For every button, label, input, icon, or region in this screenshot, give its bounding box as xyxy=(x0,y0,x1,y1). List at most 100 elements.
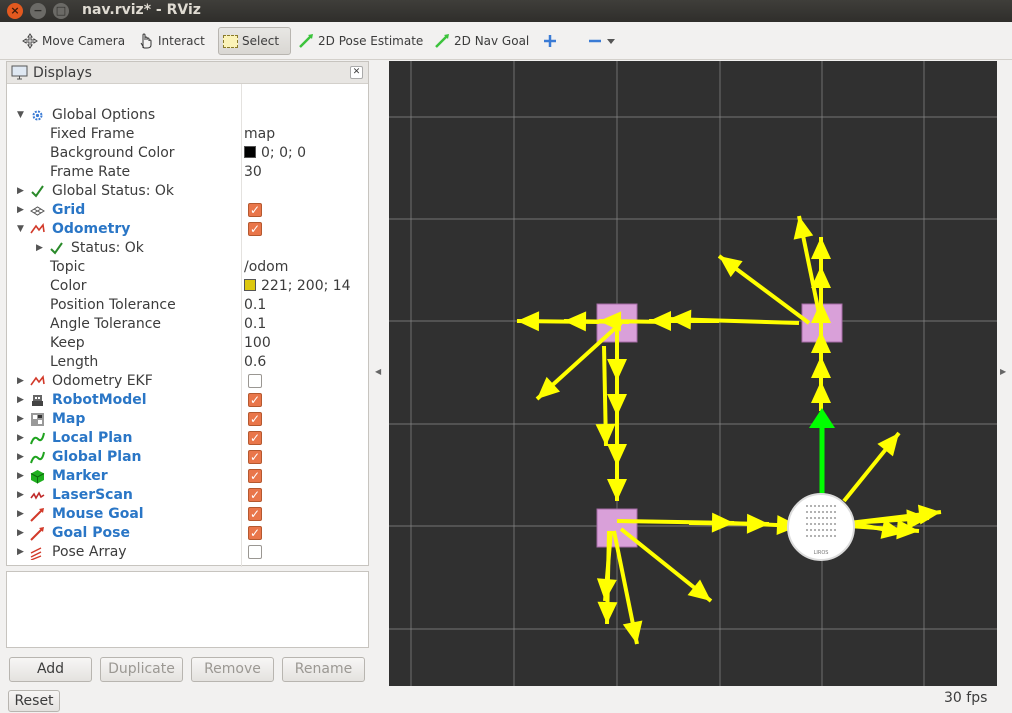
scene-canvas[interactable]: LIROS xyxy=(389,61,997,686)
enable-checkbox[interactable] xyxy=(248,391,262,410)
enable-checkbox[interactable] xyxy=(248,410,262,429)
tree-row-fixed-frame[interactable]: Fixed Frame map xyxy=(7,125,368,144)
tree-row-odometry-ekf[interactable]: ▶ Odometry EKF xyxy=(7,372,368,391)
expand-arrow-icon[interactable]: ▶ xyxy=(17,429,24,448)
tree-row-pose-array[interactable]: ▶ Pose Array xyxy=(7,543,368,562)
tree-row-status-ok[interactable]: ▶ Status: Ok xyxy=(7,239,368,258)
tree-row-label: Global Plan xyxy=(52,449,142,465)
expand-arrow-icon[interactable]: ▶ xyxy=(17,410,24,429)
remove-button[interactable]: Remove xyxy=(191,657,274,682)
tree-row-angle-tolerance[interactable]: Angle Tolerance 0.1 xyxy=(7,315,368,334)
duplicate-button[interactable]: Duplicate xyxy=(100,657,183,682)
render-viewport[interactable]: LIROS xyxy=(389,61,997,686)
tree-row-background-color[interactable]: Background Color 0; 0; 0 xyxy=(7,144,368,163)
tree-row-marker[interactable]: ▶ Marker xyxy=(7,467,368,486)
robot-sensor-dot xyxy=(818,511,820,513)
robot-sensor-dot xyxy=(810,511,812,513)
remove-tool-button[interactable] xyxy=(583,27,619,55)
add-tool-button[interactable] xyxy=(538,27,562,55)
tree-row-grid[interactable]: ▶ Grid xyxy=(7,201,368,220)
select-tool[interactable]: Select xyxy=(218,27,291,55)
panel-splitter[interactable]: ◀ xyxy=(372,61,386,686)
move-camera-tool[interactable]: Move Camera xyxy=(18,27,129,55)
tree-row-length[interactable]: Length 0.6 xyxy=(7,353,368,372)
expand-arrow-icon[interactable]: ▶ xyxy=(17,543,24,562)
reset-button[interactable]: Reset xyxy=(8,690,60,712)
tree-row-odometry[interactable]: ▼ Odometry xyxy=(7,220,368,239)
expand-arrow-icon[interactable]: ▶ xyxy=(17,505,24,524)
enable-checkbox[interactable] xyxy=(248,545,262,559)
window-close-button[interactable]: × xyxy=(7,3,23,19)
tree-row-value[interactable]: /odom xyxy=(244,258,288,277)
path-icon xyxy=(30,451,45,464)
chevron-down-icon xyxy=(607,39,615,44)
tree-row-robotmodel[interactable]: ▶ RobotModel xyxy=(7,391,368,410)
expand-arrow-icon[interactable]: ▶ xyxy=(17,486,24,505)
tree-row-topic[interactable]: Topic/odom xyxy=(7,258,368,277)
tree-row-keep[interactable]: Keep 100 xyxy=(7,334,368,353)
expand-arrow-icon[interactable]: ▶ xyxy=(17,201,24,220)
tree-row-position-tolerance[interactable]: Position Tolerance 0.1 xyxy=(7,296,368,315)
tree-row-global-options[interactable]: ▼ Global Options xyxy=(7,106,368,125)
pose-estimate-label: 2D Pose Estimate xyxy=(318,34,424,48)
tree-row-frame-rate[interactable]: Frame Rate 30 xyxy=(7,163,368,182)
tree-row-color[interactable]: Color 221; 200; 14 xyxy=(7,277,368,296)
enable-checkbox[interactable] xyxy=(248,486,262,505)
robot-sensor-dot xyxy=(814,535,816,537)
expand-arrow-icon[interactable]: ▶ xyxy=(17,448,24,467)
robot-sensor-dot xyxy=(834,517,836,519)
tree-row-value-text: 0; 0; 0 xyxy=(261,145,307,161)
add-button[interactable]: Add xyxy=(9,657,92,682)
panel-close-button[interactable]: ✕ xyxy=(350,66,363,79)
expand-arrow-icon[interactable]: ▶ xyxy=(17,467,24,486)
tree-row-goal-pose[interactable]: ▶ Goal Pose xyxy=(7,524,368,543)
enable-checkbox[interactable] xyxy=(248,467,262,486)
tree-row-value[interactable]: 100 xyxy=(244,334,271,353)
window-minimize-button[interactable]: − xyxy=(30,3,46,19)
expand-arrow-icon[interactable]: ▶ xyxy=(36,239,43,258)
robot-sensor-dot xyxy=(818,505,820,507)
tree-row-laserscan[interactable]: ▶ LaserScan xyxy=(7,486,368,505)
tree-row-global-plan[interactable]: ▶ Global Plan xyxy=(7,448,368,467)
minus-icon xyxy=(589,39,601,43)
right-dock-strip[interactable]: ▶ xyxy=(997,61,1012,686)
expand-arrow-icon[interactable]: ▶ xyxy=(17,524,24,543)
tree-row-value[interactable]: 0; 0; 0 xyxy=(244,144,306,163)
interact-tool[interactable]: Interact xyxy=(134,27,209,55)
pose-estimate-tool[interactable]: 2D Pose Estimate xyxy=(294,27,427,55)
fps-readout: 30 fps xyxy=(944,690,988,706)
tree-row-local-plan[interactable]: ▶ Local Plan xyxy=(7,429,368,448)
rename-button[interactable]: Rename xyxy=(282,657,365,682)
expand-arrow-icon[interactable]: ▶ xyxy=(17,372,24,391)
nav-goal-tool[interactable]: 2D Nav Goal xyxy=(430,27,533,55)
tree-row-mouse-goal[interactable]: ▶ Mouse Goal xyxy=(7,505,368,524)
robot-sensor-dot xyxy=(810,523,812,525)
tree-row-value[interactable]: 0.1 xyxy=(244,296,266,315)
collapse-arrow-icon[interactable]: ▼ xyxy=(17,220,24,239)
tree-row-label: Color xyxy=(50,278,87,294)
posearr-icon xyxy=(30,547,42,560)
window-maximize-button[interactable]: □ xyxy=(53,3,69,19)
enable-checkbox[interactable] xyxy=(248,448,262,467)
enable-checkbox[interactable] xyxy=(248,374,262,388)
nav-goal-arrow-icon xyxy=(435,34,449,48)
tree-row-map[interactable]: ▶ Map xyxy=(7,410,368,429)
tree-row-label: Frame Rate xyxy=(50,164,131,180)
enable-checkbox[interactable] xyxy=(248,524,262,543)
tree-row-label: Local Plan xyxy=(52,430,133,446)
enable-checkbox[interactable] xyxy=(248,220,262,239)
expand-arrow-icon[interactable]: ▶ xyxy=(17,182,24,201)
expand-arrow-icon[interactable]: ▶ xyxy=(17,391,24,410)
tree-row-value[interactable]: 30 xyxy=(244,163,262,182)
enable-checkbox[interactable] xyxy=(248,429,262,448)
tree-row-value[interactable]: map xyxy=(244,125,275,144)
tree-row-value[interactable]: 0.6 xyxy=(244,353,266,372)
robot-sensor-dot xyxy=(814,523,816,525)
enable-checkbox[interactable] xyxy=(248,201,262,220)
tree-row-value[interactable]: 0.1 xyxy=(244,315,266,334)
enable-checkbox[interactable] xyxy=(248,505,262,524)
robot-sensor-dot xyxy=(822,505,824,507)
tree-row-value[interactable]: 221; 200; 14 xyxy=(244,277,351,296)
tree-row-global-status-ok[interactable]: ▶ Global Status: Ok xyxy=(7,182,368,201)
collapse-arrow-icon[interactable]: ▼ xyxy=(17,106,24,125)
